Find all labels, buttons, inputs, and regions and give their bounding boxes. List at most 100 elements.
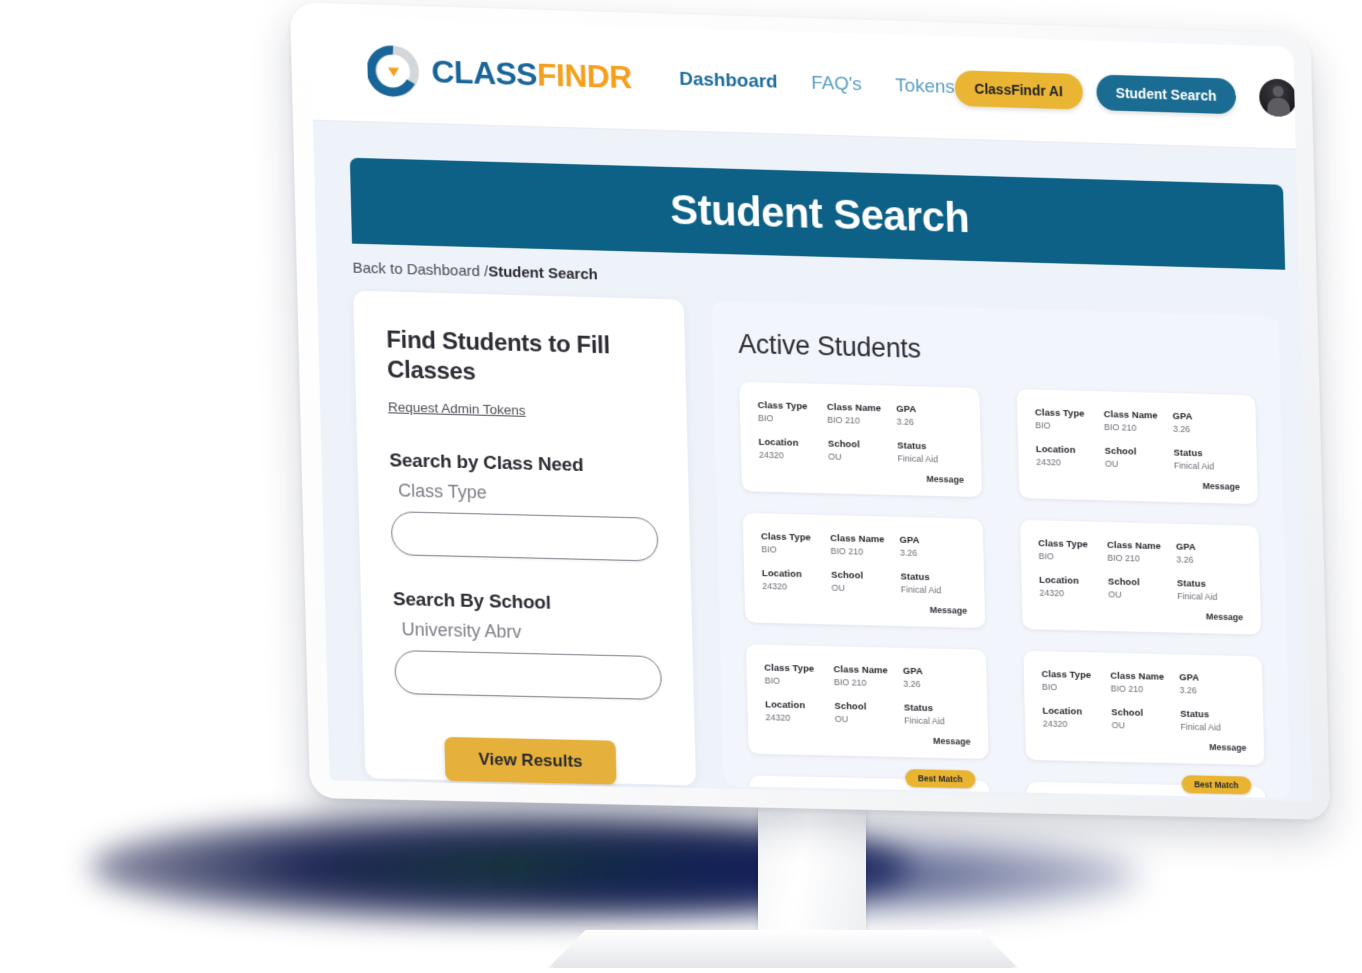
field-class-name-label: Class Name [1103,409,1158,422]
field-status-label: Status [903,702,934,715]
monitor: CLASSFINDR Dashboard FAQ's Tokens ClassF… [289,2,1331,820]
device-mockup-scene: CLASSFINDR Dashboard FAQ's Tokens ClassF… [0,0,1362,973]
request-admin-tokens-link[interactable]: Request Admin Tokens [388,399,526,418]
student-card[interactable]: Class Type BIO Class Name BIO 210 GPA 3.26 Loc… [1016,389,1258,505]
field-status: Status Finical Aid [1177,578,1243,602]
active-students-title: Active Students [737,328,922,364]
search-by-school-label: Search By School [392,589,552,614]
message-link[interactable]: Message [1040,608,1243,623]
nav-item-dashboard[interactable]: Dashboard [679,68,778,93]
student-search-button[interactable]: Student Search [1095,73,1237,114]
active-students-panel: Active Students Class Type BIO Class Name B… [711,300,1291,799]
field-status-value: Finical Aid [1177,591,1218,602]
student-card[interactable]: Class Type BIO Class Name BIO 210 GPA 3.26 Loc… [1023,650,1265,766]
field-location-value: 24320 [1042,718,1068,730]
message-link[interactable]: Message [766,732,971,747]
field-class-name-label: Class Name [833,664,888,677]
field-class-name: Class NameBIO 210 [834,664,904,688]
field-location: Location 24320 [1039,575,1108,599]
class-type-input[interactable] [390,511,659,562]
field-class-type-value: BIO [1041,681,1058,693]
main-navigation: Dashboard FAQ's Tokens [679,68,955,98]
field-school: School OU [1111,707,1180,731]
field-gpa-value: 3.26 [899,547,918,559]
field-class-name-label: Class Name [826,401,882,415]
field-location: Location 24320 [765,699,835,723]
field-location-label: Location [1042,705,1083,718]
field-location-value: 24320 [765,712,791,723]
field-status: Status Finical Aid [904,703,970,727]
nav-item-tokens[interactable]: Tokens [895,75,955,99]
message-link[interactable]: Message [1043,738,1246,753]
top-action-group: ClassFindr AI Student Search Welcome Bac… [954,68,1312,120]
field-location: Location 24320 [1036,444,1105,469]
field-school-value: OU [1111,720,1126,731]
field-location: Location 24320 [762,568,832,593]
field-class-name-value: BIO 210 [1107,552,1141,564]
student-card[interactable]: Class Type BIO Class Name BIO 210 GPA 3.26 Loc… [745,644,989,759]
monitor-stand-base [548,930,1018,968]
breadcrumb-back-link[interactable]: Back to Dashboard [352,260,484,281]
message-link[interactable]: Message [759,470,964,485]
field-class-type: Class TypeBIO [1035,407,1104,432]
field-school-label: School [831,569,864,582]
field-class-type-label: Class Type [1038,538,1088,551]
field-class-name-value: BIO 210 [827,414,861,426]
field-location-label: Location [761,568,803,581]
field-gpa: GPA3.26 [1172,411,1238,435]
search-by-class-need-label: Search by Class Need [389,450,584,477]
field-school: School OU [1108,577,1177,601]
field-gpa-value: 3.26 [896,416,914,427]
field-class-type: Class TypeBIO [758,400,828,425]
field-status-value: Finical Aid [903,715,945,727]
message-link[interactable]: Message [1037,477,1239,492]
field-status-label: Status [1176,578,1207,590]
field-gpa: GPA3.26 [899,535,965,559]
field-school-value: OU [1104,458,1119,469]
school-field-group: Search By School University Abrv [392,589,663,700]
nav-item-faqs[interactable]: FAQ's [811,72,862,95]
field-class-name: Class NameBIO 210 [1104,409,1173,434]
field-class-type: Class TypeBIO [764,663,834,687]
class-need-field-group: Search by Class Need Class Type [389,450,659,562]
classfindr-ai-button[interactable]: ClassFindr AI [954,69,1083,110]
field-location: Location 24320 [1042,706,1111,730]
field-class-name-value: BIO 210 [1110,683,1144,695]
user-avatar-icon[interactable] [1259,77,1298,117]
classfindr-circle-logo-icon [366,44,420,97]
field-status: Status Finical Aid [1180,709,1246,733]
field-status-value: Finical Aid [900,584,942,596]
field-status-value: Finical Aid [897,453,939,465]
field-location-label: Location [1039,574,1080,587]
field-class-name-label: Class Name [1107,539,1162,553]
field-school-value: OU [831,582,846,593]
field-class-name-label: Class Name [1110,670,1165,683]
field-gpa-value: 3.26 [1172,423,1191,435]
student-card[interactable]: Class Type BIO Class Name BIO 210 GPA 3.26 Loc… [739,381,982,498]
page-content: Find Students to Fill Classes Request Ad… [317,290,1312,799]
field-class-name: Class NameBIO 210 [1107,540,1176,564]
brand-logo[interactable]: CLASSFINDR [366,44,632,104]
field-status-label: Status [1173,447,1203,460]
search-filter-panel: Find Students to Fill Classes Request Ad… [353,290,696,786]
field-status-value: Finical Aid [1173,460,1215,472]
field-gpa-value: 3.26 [903,678,921,690]
field-gpa-label: GPA [1179,672,1200,684]
message-link[interactable]: Message [763,601,968,616]
view-results-button[interactable]: View Results [444,736,617,785]
field-gpa-label: GPA [899,534,920,547]
field-school-label: School [1104,445,1137,458]
field-gpa: GPA3.26 [1176,542,1242,566]
student-card[interactable]: Best MatchClass TypeBIOClass NameBIO 210… [1026,775,1268,799]
brand-wordmark: CLASSFINDR [431,53,632,96]
field-class-name-value: BIO 210 [1104,422,1137,433]
field-gpa: GPA3.26 [896,404,962,429]
field-class-type: Class TypeBIO [761,531,831,556]
field-class-type-value: BIO [761,544,777,555]
university-abrv-input[interactable] [394,649,663,700]
student-card-fields: Class TypeBIOClass NameBIO 210GPA3.26Loc… [764,663,970,727]
student-card[interactable]: Class Type BIO Class Name BIO 210 GPA 3.26 Loc… [742,512,986,629]
field-class-type-value: BIO [1035,420,1051,431]
student-card[interactable]: Class Type BIO Class Name BIO 210 GPA 3.26 Loc… [1019,519,1262,635]
best-match-badge: Best Match [1181,775,1252,795]
